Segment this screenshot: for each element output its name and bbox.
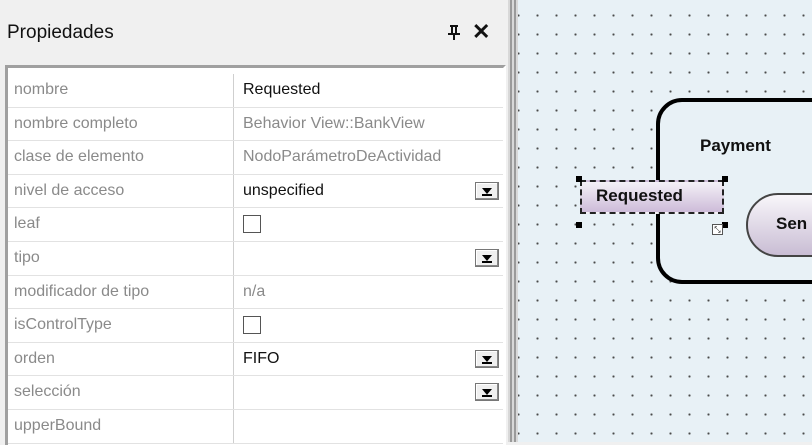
property-value-text: Requested bbox=[243, 81, 321, 98]
dropdown-arrow-icon[interactable] bbox=[475, 349, 499, 368]
property-value[interactable]: FIFO bbox=[235, 343, 503, 376]
property-row[interactable]: orden FIFO bbox=[8, 342, 503, 377]
property-grid: nombre Requested nombre completo Behavior V… bbox=[5, 65, 506, 445]
property-name: nivel de acceso bbox=[8, 174, 234, 208]
action-node-label: Sen bbox=[776, 214, 808, 233]
property-name: leaf bbox=[8, 208, 234, 241]
property-row[interactable]: nombre Requested bbox=[8, 74, 503, 108]
property-name: tipo bbox=[8, 241, 234, 275]
property-name: upperBound bbox=[8, 409, 234, 443]
selection-handle[interactable] bbox=[722, 176, 728, 182]
property-name: clase de elemento bbox=[8, 141, 234, 174]
property-value-text: n/a bbox=[243, 282, 266, 300]
property-row[interactable]: modificador de tipo n/a bbox=[8, 275, 503, 310]
checkbox[interactable] bbox=[243, 316, 261, 335]
property-grid-rows: nombre Requested nombre completo Behavior V… bbox=[8, 74, 503, 444]
pin-icon[interactable] bbox=[447, 24, 461, 40]
property-value[interactable]: Behavior View::BankView bbox=[235, 108, 503, 141]
selection-handle[interactable] bbox=[576, 222, 582, 228]
property-value-text: unspecified bbox=[243, 181, 324, 199]
property-value[interactable]: unspecified bbox=[235, 175, 503, 208]
checkbox[interactable] bbox=[243, 215, 261, 234]
property-value-text: FIFO bbox=[243, 349, 280, 367]
parameter-node-label: Requested bbox=[596, 186, 683, 205]
property-row[interactable]: nivel de acceso unspecified bbox=[8, 174, 503, 209]
property-row[interactable]: clase de elemento NodoParámetroDeActivida… bbox=[8, 141, 503, 175]
property-value[interactable]: Requested bbox=[235, 74, 503, 107]
selection-handle[interactable] bbox=[576, 176, 582, 182]
property-value[interactable]: n/a bbox=[235, 276, 503, 309]
property-name: orden bbox=[8, 342, 234, 376]
property-name: nombre completo bbox=[8, 107, 234, 141]
property-name: selección bbox=[8, 376, 234, 409]
activity-label: Payment bbox=[700, 136, 771, 155]
property-row[interactable]: isControlType bbox=[8, 309, 503, 343]
property-value[interactable] bbox=[235, 410, 503, 443]
panel-splitter[interactable] bbox=[508, 0, 518, 442]
dropdown-arrow-icon[interactable] bbox=[475, 181, 499, 200]
panel-title: Propiedades bbox=[7, 22, 114, 43]
property-value[interactable] bbox=[235, 208, 503, 241]
resize-icon[interactable]: ⤡ bbox=[712, 224, 723, 235]
diagram-canvas[interactable]: Payment Requested ⤡ Sen bbox=[518, 0, 812, 442]
property-name: nombre bbox=[8, 74, 234, 107]
property-row[interactable]: tipo bbox=[8, 241, 503, 276]
property-row[interactable]: selección bbox=[8, 376, 503, 410]
property-value[interactable] bbox=[235, 242, 503, 275]
property-value[interactable] bbox=[235, 309, 503, 342]
property-row[interactable]: upperBound bbox=[8, 409, 503, 444]
property-name: isControlType bbox=[8, 309, 234, 342]
property-value[interactable]: NodoParámetroDeActividad bbox=[235, 141, 503, 174]
property-row[interactable]: leaf bbox=[8, 208, 503, 242]
dropdown-arrow-icon[interactable] bbox=[475, 383, 499, 402]
property-value-text: Behavior View::BankView bbox=[243, 114, 425, 132]
property-value-text: NodoParámetroDeActividad bbox=[243, 148, 442, 166]
properties-panel: Propiedades ✕ nombre Requested nombre comp… bbox=[0, 0, 508, 445]
property-name: modificador de tipo bbox=[8, 275, 234, 309]
close-icon[interactable]: ✕ bbox=[472, 21, 490, 43]
property-value[interactable] bbox=[235, 376, 503, 409]
property-row[interactable]: nombre completo Behavior View::BankView bbox=[8, 107, 503, 142]
properties-title-bar: Propiedades ✕ bbox=[0, 0, 508, 62]
dropdown-arrow-icon[interactable] bbox=[475, 248, 499, 267]
